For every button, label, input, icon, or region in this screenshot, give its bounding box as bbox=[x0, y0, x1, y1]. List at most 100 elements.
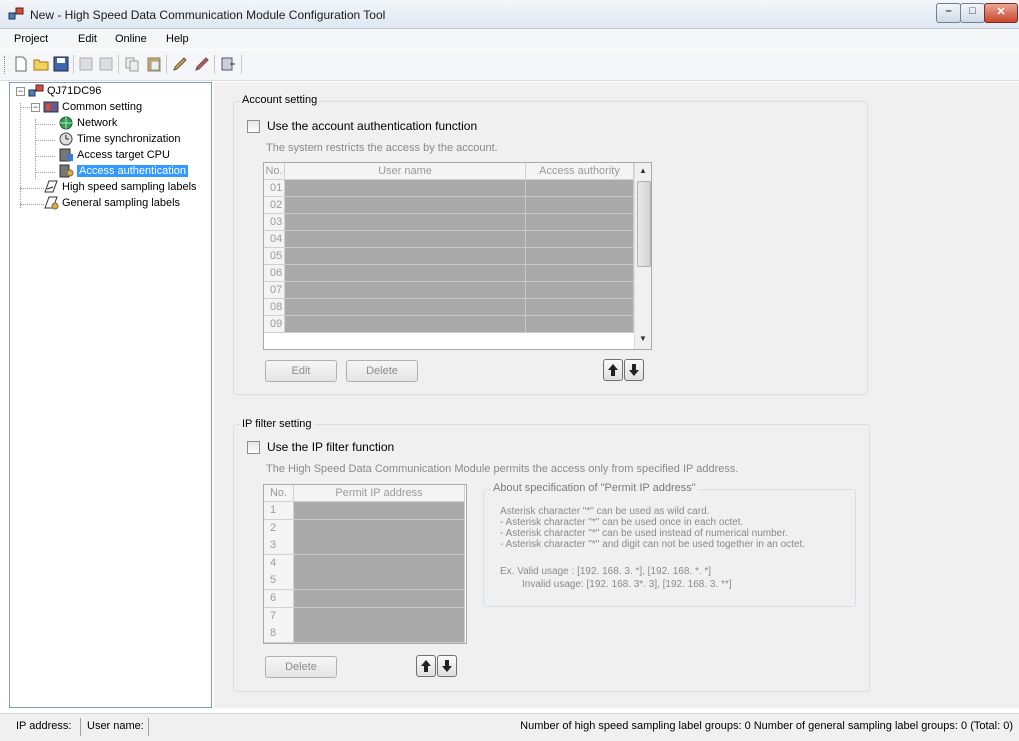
network-icon bbox=[59, 116, 73, 130]
tree-item-general-sampling-labels[interactable]: General sampling labels bbox=[62, 197, 180, 209]
close-button[interactable]: ✕ bbox=[984, 3, 1018, 23]
ip-row-address-cell[interactable] bbox=[294, 607, 465, 626]
status-separator bbox=[80, 718, 81, 736]
tree-item-time-synchronization[interactable]: Time synchronization bbox=[77, 133, 181, 145]
account-row-user-cell[interactable] bbox=[285, 231, 526, 248]
add-group-icon[interactable] bbox=[78, 56, 94, 72]
ip-row-address-cell[interactable] bbox=[294, 554, 465, 573]
account-row-authority-cell[interactable] bbox=[526, 197, 634, 214]
account-delete-button[interactable]: Delete bbox=[346, 360, 418, 382]
menu-help[interactable]: Help bbox=[166, 33, 189, 45]
edit-tool-2-icon[interactable] bbox=[194, 56, 210, 72]
clock-icon bbox=[59, 132, 73, 146]
menu-online[interactable]: Online bbox=[115, 33, 147, 45]
edit-tool-icon[interactable] bbox=[172, 56, 188, 72]
about-permit-ip-title: About specification of "Permit IP addres… bbox=[491, 482, 698, 494]
tree-item-common-setting[interactable]: Common setting bbox=[62, 101, 142, 113]
account-table-scrollbar[interactable]: ▲ ▼ bbox=[634, 163, 651, 349]
account-row-user-cell[interactable] bbox=[285, 248, 526, 265]
ip-delete-button[interactable]: Delete bbox=[265, 656, 337, 678]
menu-edit[interactable]: Edit bbox=[78, 33, 97, 45]
tree-line bbox=[35, 124, 55, 125]
tree-line bbox=[20, 103, 21, 208]
high-speed-label-icon bbox=[44, 180, 58, 193]
account-row-user-cell[interactable] bbox=[285, 265, 526, 282]
status-ip-address: IP address: bbox=[16, 720, 72, 732]
account-row-authority-cell[interactable] bbox=[526, 299, 634, 316]
account-row-authority-cell[interactable] bbox=[526, 265, 634, 282]
remove-group-icon[interactable] bbox=[98, 56, 114, 72]
save-icon[interactable] bbox=[53, 56, 69, 72]
close-icon: ✕ bbox=[996, 6, 1006, 18]
ip-row-address-cell[interactable] bbox=[294, 590, 465, 608]
account-row-user-cell[interactable] bbox=[285, 282, 526, 299]
toolbar bbox=[0, 50, 1019, 81]
menu-bar: Project Edit Online Help bbox=[0, 29, 1019, 49]
tree-line bbox=[20, 107, 30, 108]
account-auth-checkbox[interactable] bbox=[247, 120, 260, 133]
common-setting-icon bbox=[43, 101, 59, 113]
account-auth-checkbox-label: Use the account authentication function bbox=[267, 119, 478, 133]
account-row-authority-cell[interactable] bbox=[526, 248, 634, 265]
toolbar-separator bbox=[241, 55, 242, 74]
ip-row-address-cell[interactable] bbox=[294, 625, 465, 643]
ip-filter-description: The High Speed Data Communication Module… bbox=[266, 463, 739, 475]
account-row-user-cell[interactable] bbox=[285, 299, 526, 316]
collapse-root-icon[interactable]: − bbox=[16, 87, 25, 96]
account-move-down-button[interactable] bbox=[624, 359, 644, 381]
tree-item-access-target-cpu[interactable]: Access target CPU bbox=[77, 149, 170, 161]
ip-move-down-button[interactable] bbox=[437, 655, 457, 677]
account-col-no: No. bbox=[264, 163, 285, 180]
ip-col-address: Permit IP address bbox=[294, 485, 465, 502]
account-row-user-cell[interactable] bbox=[285, 316, 526, 333]
account-row-authority-cell[interactable] bbox=[526, 231, 634, 248]
key-icon bbox=[59, 164, 74, 178]
tree-item-access-authentication[interactable]: Access authentication bbox=[77, 165, 189, 177]
copy-icon[interactable] bbox=[124, 56, 140, 72]
account-row-user-cell[interactable] bbox=[285, 180, 526, 197]
account-move-up-button[interactable] bbox=[603, 359, 623, 381]
ip-row-address-cell[interactable] bbox=[294, 502, 465, 520]
account-row-user-cell[interactable] bbox=[285, 197, 526, 214]
ip-move-up-button[interactable] bbox=[416, 655, 436, 677]
account-row-authority-cell[interactable] bbox=[526, 282, 634, 299]
arrow-down-icon bbox=[629, 364, 639, 376]
ip-row-address-cell[interactable] bbox=[294, 519, 465, 538]
tree-line bbox=[20, 204, 44, 205]
tree-item-high-speed-sampling-labels[interactable]: High speed sampling labels bbox=[62, 181, 197, 193]
paste-icon[interactable] bbox=[146, 56, 162, 72]
tree-line bbox=[35, 172, 55, 173]
account-row-user-cell[interactable] bbox=[285, 214, 526, 231]
account-row-number: 09 bbox=[264, 316, 285, 333]
account-col-user: User name bbox=[285, 163, 526, 180]
ip-row-number: 2 bbox=[264, 519, 294, 538]
tree-item-root[interactable]: QJ71DC96 bbox=[47, 85, 101, 97]
scroll-thumb[interactable] bbox=[637, 181, 651, 267]
minimize-button[interactable]: – bbox=[936, 3, 961, 23]
scroll-down-icon[interactable]: ▼ bbox=[635, 331, 651, 347]
ip-row-address-cell[interactable] bbox=[294, 572, 465, 591]
module-icon bbox=[28, 84, 44, 97]
scroll-up-icon[interactable]: ▲ bbox=[635, 163, 651, 179]
edit-button[interactable]: Edit bbox=[265, 360, 337, 382]
toolbar-separator bbox=[73, 55, 74, 74]
window-title: New - High Speed Data Communication Modu… bbox=[30, 8, 386, 22]
settings-transfer-icon[interactable] bbox=[220, 56, 236, 72]
ip-row-number: 1 bbox=[264, 502, 294, 520]
menu-project[interactable]: Project bbox=[14, 33, 48, 45]
ip-row-number: 5 bbox=[264, 572, 294, 591]
maximize-button[interactable]: □ bbox=[960, 3, 985, 23]
ip-filter-checkbox[interactable] bbox=[247, 441, 260, 454]
account-row-authority-cell[interactable] bbox=[526, 180, 634, 197]
collapse-common-icon[interactable]: − bbox=[31, 103, 40, 112]
minimize-icon: – bbox=[945, 5, 952, 17]
account-row-authority-cell[interactable] bbox=[526, 316, 634, 333]
toolbar-separator bbox=[118, 55, 119, 74]
ip-row-address-cell[interactable] bbox=[294, 537, 465, 556]
account-row-authority-cell[interactable] bbox=[526, 214, 634, 231]
new-file-icon[interactable] bbox=[13, 56, 29, 72]
status-user-name: User name: bbox=[87, 720, 144, 732]
about-line-1: Asterisk character "*" can be used as wi… bbox=[500, 506, 710, 517]
tree-item-network[interactable]: Network bbox=[77, 117, 117, 129]
open-folder-icon[interactable] bbox=[33, 56, 49, 72]
